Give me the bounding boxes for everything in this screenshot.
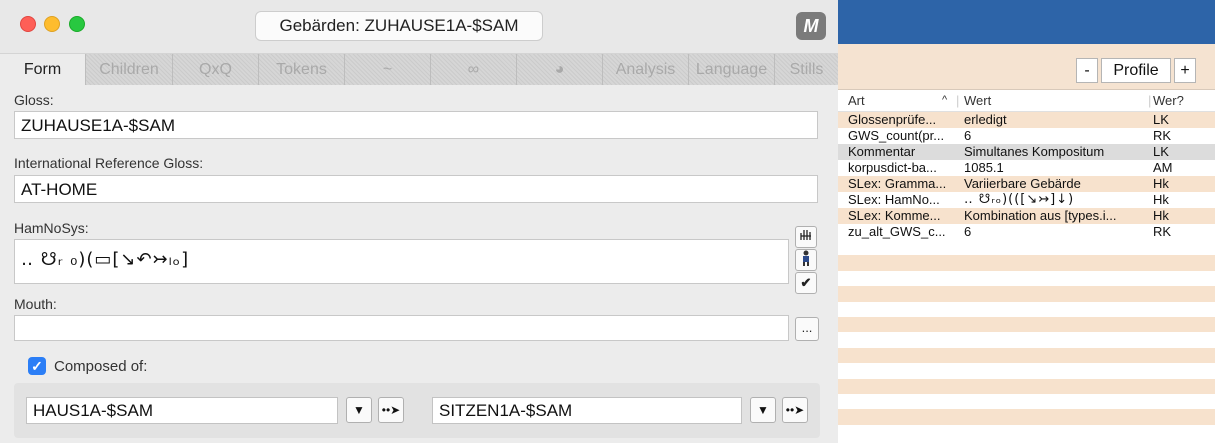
empty-row: [838, 363, 1215, 379]
chevron-down-icon[interactable]: ▼: [346, 397, 372, 423]
composed-label: Composed of:: [54, 358, 148, 375]
profile-plus-button[interactable]: +: [1174, 58, 1196, 83]
cell-wert: 1085.1: [964, 160, 1004, 175]
table-row[interactable]: zu_alt_GWS_c... 6 RK: [838, 224, 1215, 240]
cell-art: SLex: Komme...: [848, 208, 941, 223]
tab-circle[interactable]: ◕: [517, 54, 603, 85]
mouth-more-button[interactable]: ...: [795, 317, 819, 341]
cell-art: zu_alt_GWS_c...: [848, 224, 946, 239]
table-row[interactable]: GWS_count(pr... 6 RK: [838, 128, 1215, 144]
cell-wert: Kombination aus [types.i...: [964, 208, 1117, 223]
cell-wert: 6: [964, 128, 972, 143]
column-divider: |: [1148, 93, 1152, 108]
cell-wer: AM: [1153, 160, 1173, 175]
mouth-field[interactable]: [14, 315, 789, 341]
tab-tokens[interactable]: Tokens: [259, 54, 345, 85]
cell-art: GWS_count(pr...: [848, 128, 945, 143]
goto-arrow-icon[interactable]: ••➤: [782, 397, 808, 423]
tab-qxq[interactable]: QxQ: [173, 54, 259, 85]
table-header: Art ^ | Wert | Wer?: [838, 90, 1215, 112]
empty-row: [838, 240, 1215, 256]
empty-row: [838, 286, 1215, 302]
profile-minus-button[interactable]: -: [1076, 58, 1098, 83]
zoom-window-button[interactable]: [69, 16, 85, 32]
column-divider: |: [956, 93, 960, 108]
composed-field-1[interactable]: HAUS1A-$SAM: [26, 397, 338, 424]
table-row[interactable]: SLex: Gramma... Variierbare Gebärde Hk: [838, 176, 1215, 192]
cell-art: korpusdict-ba...: [848, 160, 937, 175]
tab-infinity[interactable]: ∞: [431, 54, 517, 85]
table-row[interactable]: Glossenprüfe... erledigt LK: [838, 112, 1215, 128]
cell-wert: 6: [964, 224, 972, 239]
cell-wert: Variierbare Gebärde: [964, 176, 1081, 191]
tab-form[interactable]: Form: [0, 54, 86, 85]
tab-tilde[interactable]: ~: [345, 54, 431, 85]
hamnosys-label: HamNoSys:: [14, 220, 89, 236]
hamnosys-field[interactable]: ‥ ☋ᵣ ₀)(▭[↘↶↣ₗₒ]: [14, 239, 789, 284]
column-wert[interactable]: Wert: [964, 93, 991, 108]
profile-table-body: Glossenprüfe... erledigt LK GWS_count(pr...…: [838, 112, 1215, 443]
cell-wer: RK: [1153, 128, 1172, 143]
cell-art: Kommentar: [848, 144, 916, 159]
cell-wer: Hk: [1153, 208, 1169, 223]
profile-toolbar: - Profile +: [838, 44, 1215, 90]
table-row[interactable]: Kommentar Simultanes Kompositum LK: [838, 144, 1215, 160]
composed-field-2[interactable]: SITZEN1A-$SAM: [432, 397, 742, 424]
column-art[interactable]: Art: [848, 93, 865, 108]
profile-title-bar: [838, 0, 1215, 44]
profile-window: - Profile + Art ^ | Wert | Wer? Glossenp…: [838, 0, 1215, 443]
gloss-field[interactable]: ZUHAUSE1A-$SAM: [14, 111, 818, 139]
cell-wer: Hk: [1153, 176, 1169, 191]
hand-icon[interactable]: [795, 226, 817, 248]
empty-row: [838, 409, 1215, 425]
screen: Gebärden: ZUHAUSE1A-$SAM M Form Children…: [0, 0, 1215, 443]
empty-row: [838, 255, 1215, 271]
tab-analysis[interactable]: Analysis: [603, 54, 689, 85]
cell-wer: LK: [1153, 144, 1169, 159]
table-row[interactable]: korpusdict-ba... 1085.1 AM: [838, 160, 1215, 176]
irg-label: International Reference Gloss:: [14, 155, 204, 171]
cell-wer: Hk: [1153, 192, 1169, 207]
empty-row: [838, 270, 1215, 287]
empty-row: [838, 301, 1215, 317]
gloss-label: Gloss:: [14, 92, 54, 108]
sort-ascending-icon[interactable]: ^: [942, 94, 947, 106]
minimize-window-button[interactable]: [44, 16, 60, 32]
empty-row: [838, 332, 1215, 348]
cell-wert: ‥ ☋ᵣₒ)(([↘↣]↓): [964, 192, 1075, 207]
tab-bar: Form Children QxQ Tokens ~ ∞ ◕ Analysis …: [0, 54, 838, 85]
title-bar: Gebärden: ZUHAUSE1A-$SAM M: [0, 0, 838, 54]
profile-button[interactable]: Profile: [1101, 58, 1171, 83]
cell-wer: RK: [1153, 224, 1172, 239]
empty-row: [838, 316, 1215, 333]
table-row[interactable]: SLex: Komme... Kombination aus [types.i..…: [838, 208, 1215, 224]
cell-art: SLex: HamNo...: [848, 192, 940, 207]
chevron-down-icon[interactable]: ▼: [750, 397, 776, 423]
tab-children[interactable]: Children: [86, 54, 173, 85]
checkmark-icon[interactable]: ✔: [795, 272, 817, 294]
tab-stills[interactable]: Stills: [775, 54, 838, 85]
person-icon[interactable]: [795, 249, 817, 271]
table-row[interactable]: SLex: HamNo... ‥ ☋ᵣₒ)(([↘↣]↓) Hk: [838, 192, 1215, 208]
tab-language[interactable]: Language: [689, 54, 775, 85]
cell-art: Glossenprüfe...: [848, 112, 937, 127]
composed-checkbox[interactable]: ✓: [28, 357, 46, 375]
window-title: Gebärden: ZUHAUSE1A-$SAM: [255, 11, 543, 41]
close-window-button[interactable]: [20, 16, 36, 32]
column-wer[interactable]: Wer?: [1153, 93, 1184, 108]
cell-art: SLex: Gramma...: [848, 176, 947, 191]
cell-wert: erledigt: [964, 112, 1007, 127]
irg-field[interactable]: AT-HOME: [14, 175, 818, 203]
empty-row: [838, 378, 1215, 394]
gebaerden-window: Gebärden: ZUHAUSE1A-$SAM M Form Children…: [0, 0, 838, 443]
empty-row: [838, 393, 1215, 410]
m-button[interactable]: M: [796, 12, 826, 40]
goto-arrow-icon[interactable]: ••➤: [378, 397, 404, 423]
cell-wert: Simultanes Kompositum: [964, 144, 1105, 159]
mouth-label: Mouth:: [14, 296, 57, 312]
cell-wer: LK: [1153, 112, 1169, 127]
empty-row: [838, 347, 1215, 364]
